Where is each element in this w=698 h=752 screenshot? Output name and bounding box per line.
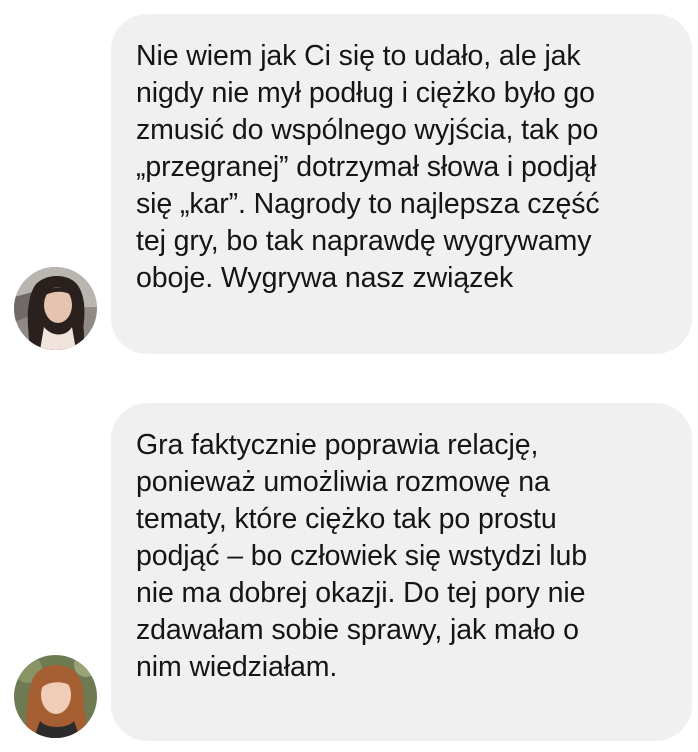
user-avatar-icon[interactable]: [14, 267, 97, 350]
user-avatar-icon[interactable]: [14, 655, 97, 738]
message-row: Nie wiem jak Ci się to udało, ale jak ni…: [0, 14, 698, 354]
message-text: Gra faktycznie poprawia relację, poniewa…: [136, 429, 588, 683]
message-row: Gra faktycznie poprawia relację, poniewa…: [0, 403, 698, 741]
message-bubble: Nie wiem jak Ci się to udało, ale jak ni…: [111, 14, 692, 354]
message-bubble: Gra faktycznie poprawia relację, poniewa…: [111, 403, 692, 741]
avatar-photo: [14, 267, 97, 350]
message-text: Nie wiem jak Ci się to udało, ale jak ni…: [136, 40, 600, 294]
avatar-photo: [14, 655, 97, 738]
